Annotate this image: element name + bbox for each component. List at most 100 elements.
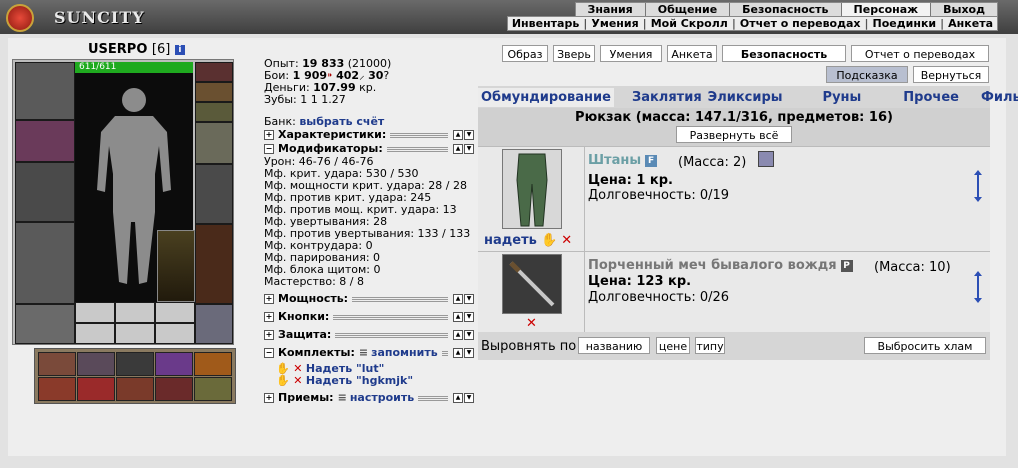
rune-slot-3[interactable] (155, 302, 195, 323)
quick-slot-3[interactable] (116, 352, 154, 376)
earrings-slot[interactable] (195, 62, 233, 82)
tab-filter[interactable]: Фильтр (981, 90, 1018, 105)
quick-slot-5[interactable] (194, 352, 232, 376)
info-icon[interactable]: i (174, 44, 185, 55)
configure-techniques-link[interactable]: настроить (350, 392, 414, 404)
quick-slot-9[interactable] (155, 377, 193, 401)
move-up-icon[interactable]: ▲ (453, 393, 463, 403)
section-buttons[interactable]: + Кнопки: ▲ ▼ (264, 310, 474, 324)
shield-slot[interactable] (195, 164, 233, 224)
quick-slot-2[interactable] (77, 352, 115, 376)
menu-character[interactable]: Персонаж (841, 3, 932, 17)
quick-slot-1[interactable] (38, 352, 76, 376)
transfer-report-button[interactable]: Отчет о переводах (851, 45, 989, 62)
move-down-icon[interactable]: ▼ (464, 348, 474, 358)
remember-set-link[interactable]: запомнить (371, 347, 438, 359)
move-up-icon[interactable]: ▲ (453, 312, 463, 322)
submenu-profile[interactable]: Анкета (944, 17, 997, 30)
move-down-icon[interactable]: ▼ (464, 393, 474, 403)
game-logo[interactable]: SUNCITY (4, 2, 144, 32)
rune-slot-4[interactable] (75, 323, 115, 344)
skills-button[interactable]: Умения (600, 45, 662, 62)
item-image-sword[interactable] (502, 254, 562, 314)
sort-by-type-button[interactable]: типу (695, 337, 725, 354)
amulet-slot[interactable] (195, 82, 233, 102)
menu-security[interactable]: Безопасность (730, 3, 842, 17)
quick-slot-4[interactable] (155, 352, 193, 376)
profile-button[interactable]: Анкета (667, 45, 717, 62)
tab-spells[interactable]: Заклятия (632, 90, 702, 105)
drag-arrow-icon[interactable] (973, 270, 983, 304)
move-down-icon[interactable]: ▼ (464, 330, 474, 340)
sort-by-price-button[interactable]: цене (656, 337, 690, 354)
back-button[interactable]: Вернуться (913, 66, 989, 83)
move-down-icon[interactable]: ▼ (464, 144, 474, 154)
section-defense[interactable]: + Защита: ▲ ▼ (264, 328, 474, 342)
bracers-slot[interactable] (15, 120, 75, 162)
hand-icon[interactable]: ✋ (541, 233, 557, 248)
section-power[interactable]: + Мощность: ▲ ▼ (264, 292, 474, 306)
move-up-icon[interactable]: ▲ (453, 330, 463, 340)
menu-exit[interactable]: Выход (931, 3, 997, 17)
equip-link[interactable]: надеть (484, 233, 537, 248)
move-down-icon[interactable]: ▼ (464, 294, 474, 304)
move-down-icon[interactable]: ▼ (464, 312, 474, 322)
weapon-slot[interactable] (15, 162, 75, 222)
move-up-icon[interactable]: ▲ (453, 144, 463, 154)
tab-runes[interactable]: Руны (823, 90, 862, 105)
drag-handle-icon[interactable]: ≡ (338, 392, 347, 404)
quick-slot-8[interactable] (116, 377, 154, 401)
armor-slot[interactable] (15, 222, 75, 304)
move-up-icon[interactable]: ▲ (453, 348, 463, 358)
belt-slot[interactable] (15, 304, 75, 344)
submenu-scroll[interactable]: Мой Скролл (647, 17, 732, 30)
expand-icon[interactable]: + (264, 330, 274, 340)
collapse-icon[interactable]: − (264, 348, 274, 358)
expand-icon[interactable]: + (264, 294, 274, 304)
gloves-slot[interactable] (195, 122, 233, 164)
rune-slot-2[interactable] (115, 302, 155, 323)
quick-slot-6[interactable] (38, 377, 76, 401)
move-up-icon[interactable]: ▲ (453, 130, 463, 140)
delete-icon[interactable]: ✕ (561, 233, 572, 248)
expand-all-button[interactable]: Развернуть всё (676, 126, 792, 143)
security-button[interactable]: Безопасность (722, 45, 846, 62)
drag-handle-icon[interactable]: ≡ (359, 347, 368, 359)
delete-icon[interactable]: ✕ (526, 316, 537, 331)
rune-slot-5[interactable] (115, 323, 155, 344)
delete-icon[interactable]: ✕ (293, 374, 302, 387)
drag-arrow-icon[interactable] (973, 169, 983, 203)
helmet-slot[interactable] (15, 62, 75, 120)
menu-communication[interactable]: Общение (646, 3, 731, 17)
item-image-pants[interactable] (502, 149, 562, 229)
pet-button[interactable]: Зверь (553, 45, 595, 62)
pet-owl-image[interactable] (157, 230, 195, 302)
submenu-skills[interactable]: Умения (587, 17, 642, 30)
quick-slot-7[interactable] (77, 377, 115, 401)
rune-slot-6[interactable] (155, 323, 195, 344)
section-characteristics[interactable]: + Характеристики: ▲ ▼ (264, 128, 474, 142)
expand-icon[interactable]: + (264, 130, 274, 140)
tab-elixirs[interactable]: Эликсиры (708, 90, 783, 105)
equip-set-link[interactable]: Надеть "hgkmjk" (306, 374, 413, 387)
move-down-icon[interactable]: ▼ (464, 130, 474, 140)
rune-slot-1[interactable] (75, 302, 115, 323)
submenu-inventory[interactable]: Инвентарь (508, 17, 583, 30)
collapse-icon[interactable]: − (264, 144, 274, 154)
section-sets[interactable]: − Комплекты: ≡ запомнить ▲ ▼ (264, 346, 474, 360)
move-up-icon[interactable]: ▲ (453, 294, 463, 304)
hint-button[interactable]: Подсказка (826, 66, 908, 83)
discard-junk-button[interactable]: Выбросить хлам (864, 337, 986, 354)
expand-icon[interactable]: + (264, 393, 274, 403)
tab-equipment[interactable]: Обмундирование (478, 87, 614, 107)
submenu-fights[interactable]: Поединки (869, 17, 941, 30)
tab-other[interactable]: Прочее (903, 90, 959, 105)
menu-knowledge[interactable]: Знания (576, 3, 646, 17)
section-modifiers[interactable]: − Модификаторы: ▲ ▼ (264, 142, 474, 156)
submenu-transfer-report[interactable]: Отчет о переводах (736, 17, 865, 30)
pants-slot[interactable] (195, 224, 233, 304)
expand-icon[interactable]: + (264, 312, 274, 322)
bank-select-link[interactable]: выбрать счёт (299, 115, 384, 128)
rings-slot[interactable] (195, 102, 233, 122)
boots-slot[interactable] (195, 304, 233, 344)
